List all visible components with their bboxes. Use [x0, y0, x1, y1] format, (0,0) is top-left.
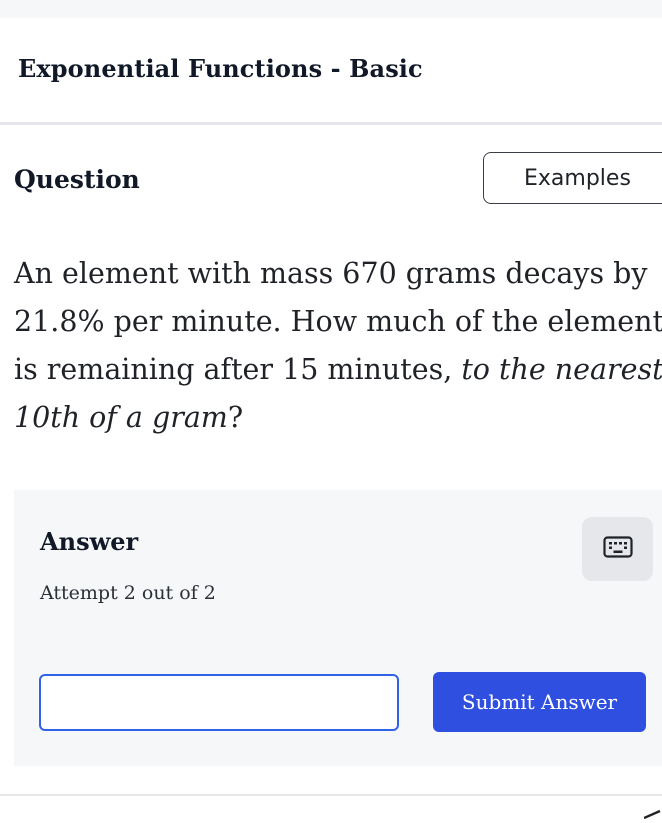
page-title: Exponential Functions - Basic: [18, 54, 423, 83]
answer-heading: Answer: [40, 527, 139, 556]
keyboard-icon: [602, 536, 633, 562]
question-text: An element with mass 670 grams decays by…: [14, 250, 662, 442]
question-heading: Question: [14, 165, 140, 194]
footer-divider: [0, 794, 662, 796]
examples-button[interactable]: Examples: [483, 152, 662, 204]
top-strip: [0, 0, 662, 18]
question-text-end: ?: [227, 401, 244, 434]
answer-input[interactable]: [39, 674, 399, 731]
submit-answer-label: Submit Answer: [461, 690, 618, 714]
examples-button-label: Examples: [524, 165, 631, 191]
submit-answer-button[interactable]: Submit Answer: [433, 672, 646, 732]
keyboard-toggle-button[interactable]: [582, 517, 653, 581]
attempt-counter: Attempt 2 out of 2: [40, 582, 216, 604]
answer-panel: Answer Attempt 2 out of 2 Submit Answer: [14, 490, 662, 766]
header-divider: [0, 122, 662, 125]
